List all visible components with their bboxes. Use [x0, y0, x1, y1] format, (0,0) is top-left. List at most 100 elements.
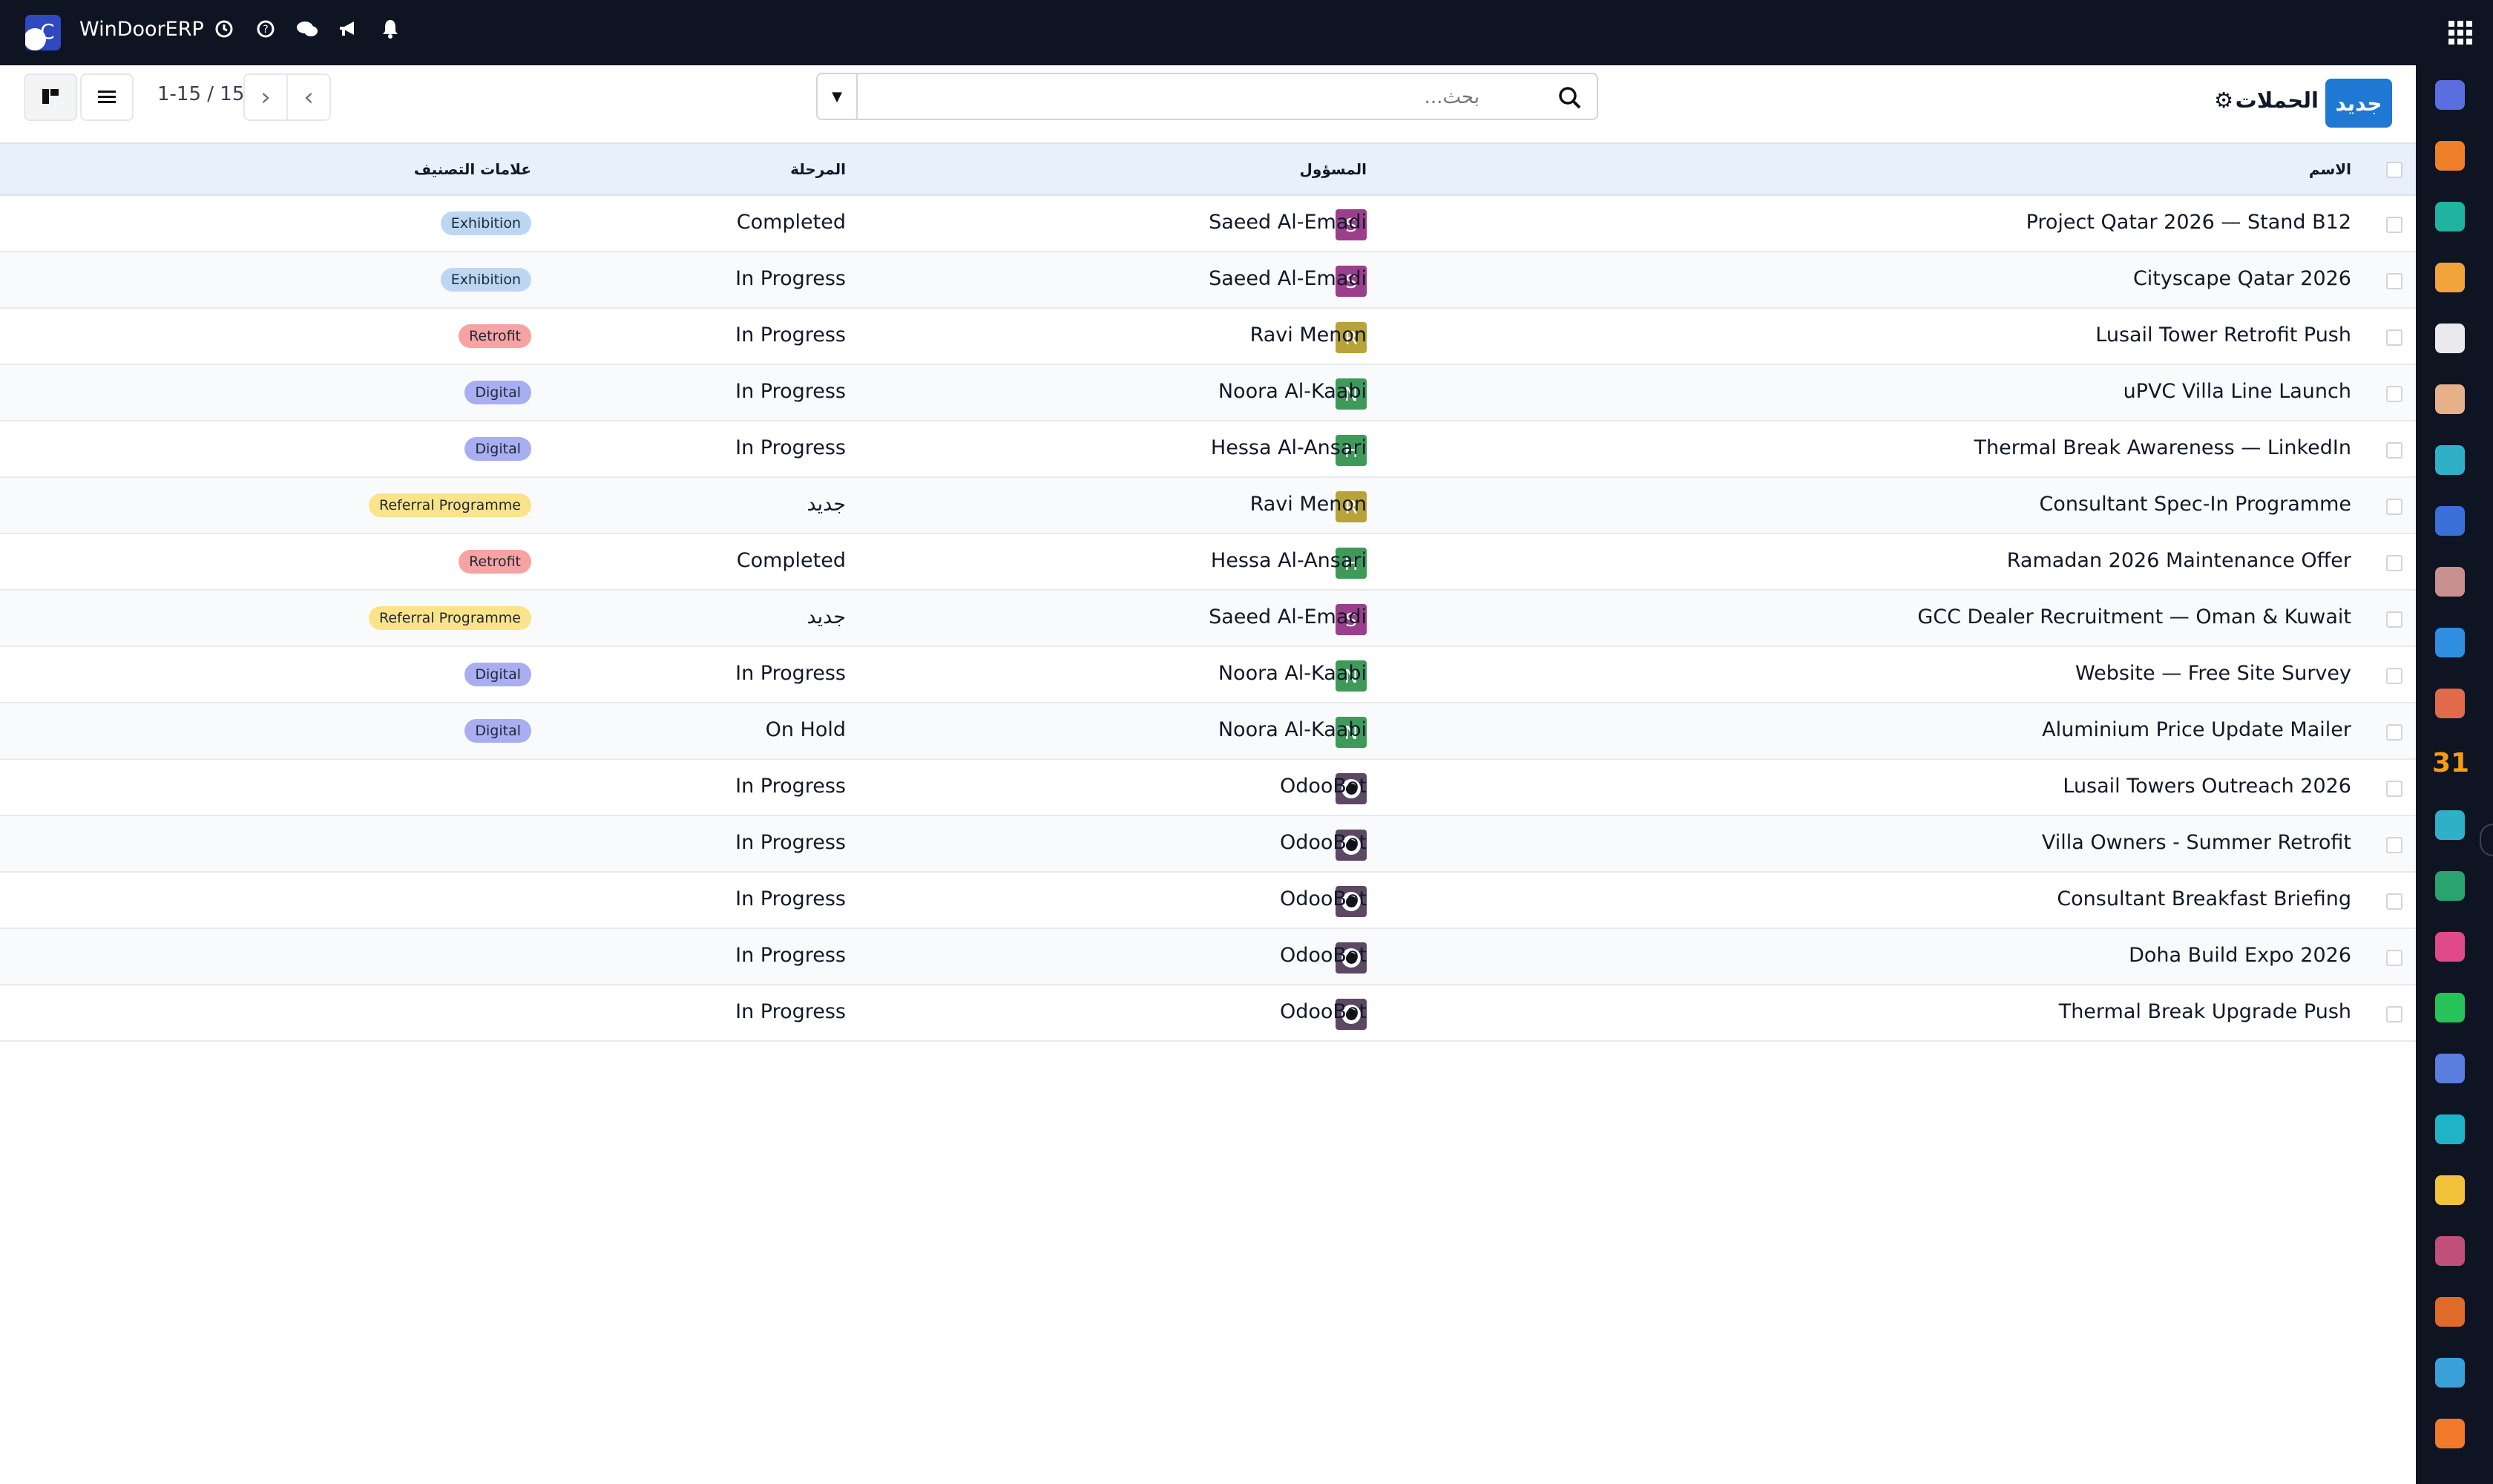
- row-checkbox[interactable]: [2386, 611, 2402, 628]
- campaign-name[interactable]: Consultant Breakfast Briefing: [2057, 887, 2351, 910]
- crm-icon[interactable]: [2435, 202, 2465, 232]
- responsible-user[interactable]: OdooBot: [1280, 831, 1367, 854]
- row-checkbox[interactable]: [2386, 837, 2402, 853]
- row-checkbox[interactable]: [2386, 668, 2402, 684]
- gear-icon[interactable]: ⚙: [2214, 88, 2233, 113]
- table-row[interactable]: Website — Free Site Survey N Noora Al-Kaab…: [0, 647, 2416, 703]
- table-row[interactable]: Cityscape Qatar 2026 S Saeed Al-Emadi In Pr…: [0, 252, 2416, 309]
- campaign-name[interactable]: GCC Dealer Recruitment — Oman & Kuwait: [1917, 605, 2351, 628]
- megaphone-icon[interactable]: [335, 18, 362, 47]
- campaign-name[interactable]: Lusail Towers Outreach 2026: [2063, 775, 2351, 798]
- activity-clock-icon[interactable]: [211, 18, 237, 47]
- table-row[interactable]: Villa Owners - Summer Retrofit OdooBot In …: [0, 816, 2416, 873]
- email-marketing-icon[interactable]: [2435, 80, 2465, 110]
- campaign-name[interactable]: Ramadan 2026 Maintenance Offer: [2007, 549, 2351, 572]
- inventory-icon[interactable]: [2435, 324, 2465, 353]
- bell-icon[interactable]: [377, 18, 404, 47]
- chat-icon[interactable]: [294, 18, 321, 47]
- project-icon[interactable]: [2435, 445, 2465, 475]
- campaign-name[interactable]: Website — Free Site Survey: [2075, 662, 2351, 685]
- row-checkbox[interactable]: [2386, 499, 2402, 515]
- purchase-icon[interactable]: [2435, 567, 2465, 597]
- table-row[interactable]: uPVC Villa Line Launch N Noora Al-Kaabi In …: [0, 365, 2416, 421]
- pager-value[interactable]: 1-15 / 15: [157, 83, 244, 105]
- app-name[interactable]: WinDoorERP: [79, 18, 204, 41]
- help-icon[interactable]: ?: [252, 18, 279, 47]
- campaign-name[interactable]: Thermal Break Upgrade Push: [2059, 1000, 2351, 1023]
- whatsapp-icon[interactable]: [2435, 993, 2465, 1022]
- sms-marketing-icon[interactable]: [2435, 1175, 2465, 1205]
- knowledge-icon[interactable]: [2435, 506, 2465, 536]
- sign-icon[interactable]: [2435, 810, 2465, 840]
- table-row[interactable]: GCC Dealer Recruitment — Oman & Kuwait S S…: [0, 591, 2416, 647]
- pager-previous-button[interactable]: ‹: [286, 73, 331, 121]
- brand-logo[interactable]: C: [25, 15, 61, 50]
- responsible-user[interactable]: Saeed Al-Emadi: [1209, 267, 1367, 290]
- row-checkbox[interactable]: [2386, 555, 2402, 571]
- responsible-user[interactable]: OdooBot: [1280, 944, 1367, 967]
- responsible-user[interactable]: Hessa Al-Ansari: [1211, 549, 1367, 572]
- responsible-user[interactable]: Noora Al-Kaabi: [1218, 662, 1367, 685]
- row-checkbox[interactable]: [2386, 329, 2402, 346]
- responsible-user[interactable]: Ravi Menon: [1250, 493, 1367, 516]
- campaign-name[interactable]: Project Qatar 2026 — Stand B12: [2026, 211, 2351, 234]
- responsible-user[interactable]: Saeed Al-Emadi: [1209, 605, 1367, 628]
- table-row[interactable]: Lusail Towers Outreach 2026 OdooBot In Pro…: [0, 760, 2416, 816]
- table-row[interactable]: Thermal Break Upgrade Push OdooBot In Prog…: [0, 985, 2416, 1042]
- search-options-toggle[interactable]: ▼: [818, 74, 858, 119]
- sales-icon[interactable]: [2435, 263, 2465, 292]
- responsible-user[interactable]: Ravi Menon: [1250, 324, 1367, 347]
- list-view-button[interactable]: [80, 73, 134, 121]
- sidebar-toggle-handle[interactable]: [2480, 824, 2493, 856]
- campaign-name[interactable]: Doha Build Expo 2026: [2129, 944, 2351, 967]
- new-button[interactable]: جديد: [2325, 79, 2392, 128]
- table-row[interactable]: Aluminium Price Update Mailer N Noora Al-K…: [0, 703, 2416, 760]
- campaign-name[interactable]: Thermal Break Awareness — LinkedIn: [1974, 436, 2351, 459]
- apps-icon[interactable]: [2435, 1419, 2465, 1448]
- column-header-name[interactable]: الاسم: [2309, 160, 2351, 178]
- table-row[interactable]: Consultant Spec-In Programme R Ravi Menon ج…: [0, 478, 2416, 534]
- table-row[interactable]: Thermal Break Awareness — LinkedIn H Hessa…: [0, 421, 2416, 478]
- column-header-responsible[interactable]: المسؤول: [1300, 160, 1367, 178]
- responsible-user[interactable]: Noora Al-Kaabi: [1218, 380, 1367, 403]
- invoicing-icon[interactable]: [2435, 628, 2465, 657]
- campaign-name[interactable]: Villa Owners - Summer Retrofit: [2042, 831, 2351, 854]
- row-checkbox[interactable]: [2386, 1006, 2402, 1022]
- search-icon[interactable]: [1555, 83, 1585, 113]
- calendar-icon[interactable]: 31: [2432, 748, 2469, 778]
- discuss-icon[interactable]: [2435, 141, 2465, 171]
- campaign-name[interactable]: uPVC Villa Line Launch: [2124, 380, 2351, 403]
- row-checkbox[interactable]: [2386, 273, 2402, 289]
- column-header-stage[interactable]: المرحلة: [790, 160, 846, 178]
- select-all-checkbox[interactable]: [2386, 162, 2402, 178]
- row-checkbox[interactable]: [2386, 386, 2402, 402]
- row-checkbox[interactable]: [2386, 950, 2402, 966]
- table-row[interactable]: Consultant Breakfast Briefing OdooBot In P…: [0, 873, 2416, 929]
- campaign-name[interactable]: Lusail Tower Retrofit Push: [2095, 324, 2351, 347]
- row-checkbox[interactable]: [2386, 217, 2402, 233]
- campaign-name[interactable]: Consultant Spec-In Programme: [2039, 493, 2351, 516]
- apps-menu-icon[interactable]: [2448, 21, 2472, 45]
- campaign-name[interactable]: Cityscape Qatar 2026: [2133, 267, 2351, 290]
- responsible-user[interactable]: OdooBot: [1280, 887, 1367, 910]
- pager-next-button[interactable]: ›: [243, 73, 288, 121]
- employees-icon[interactable]: [2435, 689, 2465, 718]
- responsible-user[interactable]: Hessa Al-Ansari: [1211, 436, 1367, 459]
- kanban-view-button[interactable]: [24, 73, 77, 121]
- social-icon[interactable]: [2435, 1358, 2465, 1388]
- dashboards-icon[interactable]: [2435, 932, 2465, 962]
- row-checkbox[interactable]: [2386, 442, 2402, 459]
- contacts-icon[interactable]: [2435, 384, 2465, 414]
- responsible-user[interactable]: OdooBot: [1280, 1000, 1367, 1023]
- search-input[interactable]: [862, 80, 1481, 114]
- timesheets-icon[interactable]: [2435, 1054, 2465, 1083]
- website-icon[interactable]: [2435, 1114, 2465, 1144]
- row-checkbox[interactable]: [2386, 893, 2402, 910]
- campaign-name[interactable]: Aluminium Price Update Mailer: [2042, 718, 2351, 741]
- column-header-tags[interactable]: علامات التصنيف: [414, 160, 531, 178]
- surveys-icon[interactable]: [2435, 1297, 2465, 1327]
- responsible-user[interactable]: Noora Al-Kaabi: [1218, 718, 1367, 741]
- row-checkbox[interactable]: [2386, 781, 2402, 797]
- table-row[interactable]: Lusail Tower Retrofit Push R Ravi Menon In …: [0, 309, 2416, 365]
- table-row[interactable]: Project Qatar 2026 — Stand B12 S Saeed Al-…: [0, 196, 2416, 252]
